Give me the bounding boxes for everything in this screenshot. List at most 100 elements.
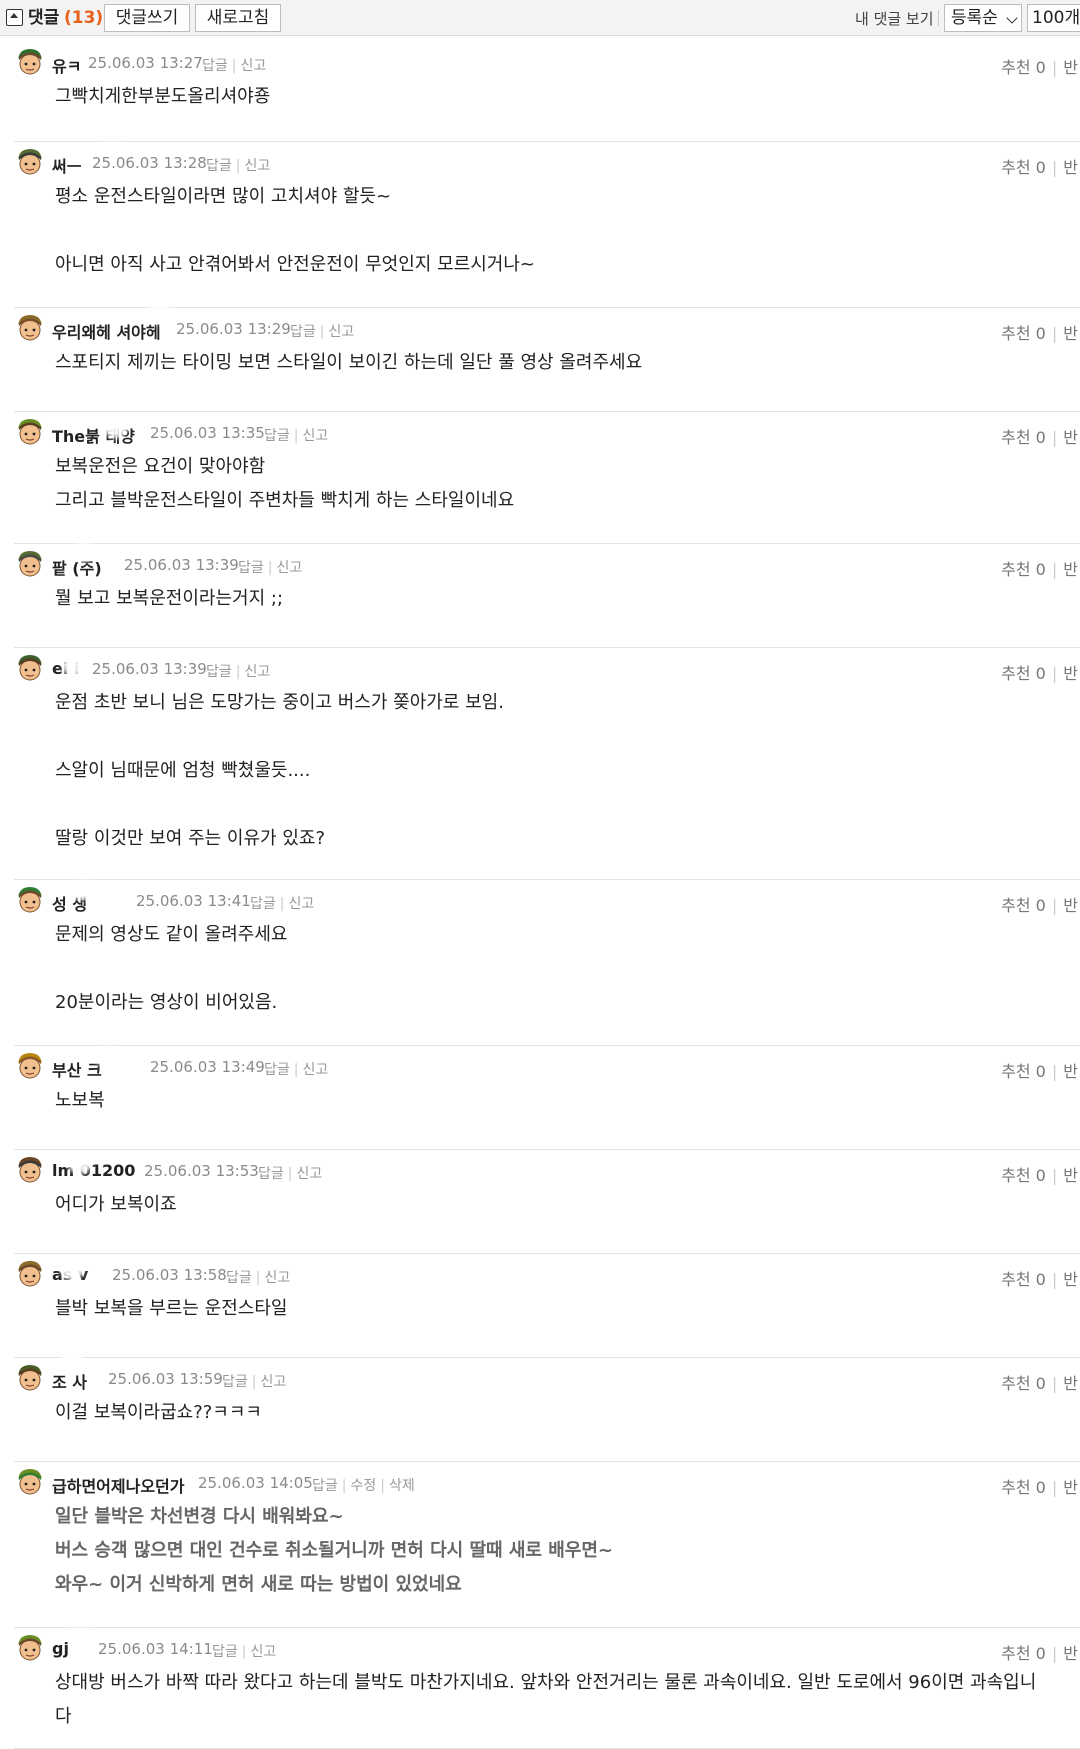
comment-actions: 답글 | 신고 — [206, 661, 270, 681]
oppose-button[interactable]: 반 — [1063, 560, 1078, 579]
reply-link[interactable]: 답글 — [226, 1270, 252, 1286]
recommend-button[interactable]: 추천 0 — [1001, 1644, 1046, 1663]
comment-author[interactable]: lm 01200 — [52, 1161, 135, 1180]
report-link[interactable]: 신고 — [302, 1062, 328, 1078]
avatar[interactable] — [14, 1466, 46, 1498]
vote-area: 추천 0 | 반 — [1001, 892, 1078, 916]
vote-area: 추천 0 | 반 — [1001, 1640, 1078, 1664]
comment-date: 25.06.03 13:35 — [150, 424, 265, 442]
recommend-button[interactable]: 추천 0 — [1001, 560, 1046, 579]
avatar[interactable] — [14, 652, 46, 684]
avatar[interactable] — [14, 1154, 46, 1186]
report-link[interactable]: 신고 — [244, 158, 270, 174]
vote-area: 추천 0 | 반 — [1001, 320, 1078, 344]
avatar[interactable] — [14, 1632, 46, 1664]
reply-link[interactable]: 답글 — [206, 664, 232, 680]
report-link[interactable]: 신고 — [288, 896, 314, 912]
report-link[interactable]: 신고 — [244, 664, 270, 680]
recommend-button[interactable]: 추천 0 — [1001, 1062, 1046, 1081]
reply-link[interactable]: 답글 — [312, 1478, 338, 1494]
recommend-button[interactable]: 추천 0 — [1001, 1374, 1046, 1393]
my-comments-link[interactable]: 내 댓글 보기 — [855, 8, 934, 29]
recommend-button[interactable]: 추천 0 — [1001, 1478, 1046, 1497]
recommend-button[interactable]: 추천 0 — [1001, 664, 1046, 683]
page-size-select[interactable]: 100개 — [1027, 4, 1080, 32]
reply-link[interactable]: 답글 — [264, 428, 290, 444]
comment-actions: 답글 | 신고 — [264, 425, 328, 445]
report-link[interactable]: 신고 — [302, 428, 328, 444]
comment-author[interactable]: 우리왜헤 셔야헤 — [52, 319, 161, 343]
avatar[interactable] — [14, 1258, 46, 1290]
report-link[interactable]: 신고 — [264, 1270, 290, 1286]
comment-text: 일단 블박은 차선변경 다시 배워봐요~ — [55, 1506, 344, 1527]
recommend-button[interactable]: 추천 0 — [1001, 896, 1046, 915]
divider: | — [1051, 896, 1058, 915]
reply-link[interactable]: 답글 — [290, 324, 316, 340]
reply-link[interactable]: 답글 — [264, 1062, 290, 1078]
oppose-button[interactable]: 반 — [1063, 1166, 1078, 1185]
comment-text: 블박 보복을 부르는 운전스타일 — [55, 1298, 288, 1319]
collapse-icon[interactable] — [6, 9, 23, 26]
reply-link[interactable]: 답글 — [222, 1374, 248, 1390]
reply-link[interactable]: 답글 — [206, 158, 232, 174]
oppose-button[interactable]: 반 — [1063, 1062, 1078, 1081]
comment-author[interactable]: 조 사 — [52, 1369, 87, 1393]
oppose-button[interactable]: 반 — [1063, 324, 1078, 343]
report-link[interactable]: 신고 — [276, 560, 302, 576]
avatar[interactable] — [14, 146, 46, 178]
avatar[interactable] — [14, 884, 46, 916]
report-link[interactable]: 신고 — [296, 1166, 322, 1182]
oppose-button[interactable]: 반 — [1063, 58, 1078, 77]
avatar[interactable] — [14, 1050, 46, 1082]
comment-text: 뭘 보고 보복운전이라는거지 ;; — [55, 588, 284, 609]
oppose-button[interactable]: 반 — [1063, 1644, 1078, 1663]
comment-text: 아니면 아직 사고 안겪어봐서 안전운전이 무엇인지 모르시거나~ — [55, 254, 535, 275]
edit-link[interactable]: 수정 — [350, 1478, 376, 1494]
reply-link[interactable]: 답글 — [250, 896, 276, 912]
avatar[interactable] — [14, 548, 46, 580]
oppose-button[interactable]: 반 — [1063, 1270, 1078, 1289]
recommend-button[interactable]: 추천 0 — [1001, 58, 1046, 77]
recommend-button[interactable]: 추천 0 — [1001, 428, 1046, 447]
divider: | — [319, 324, 325, 340]
recommend-button[interactable]: 추천 0 — [1001, 1270, 1046, 1289]
comment-author[interactable]: 유ㅋ — [52, 53, 81, 77]
report-link[interactable]: 신고 — [240, 58, 266, 74]
recommend-button[interactable]: 추천 0 — [1001, 324, 1046, 343]
reply-link[interactable]: 답글 — [238, 560, 264, 576]
comment-text: 스알이 님때문에 엄청 빡쳤울듯.... — [55, 760, 311, 781]
comment-date: 25.06.03 13:41 — [136, 892, 251, 910]
avatar[interactable] — [14, 46, 46, 78]
oppose-button[interactable]: 반 — [1063, 1478, 1078, 1497]
oppose-button[interactable]: 반 — [1063, 664, 1078, 683]
comment-actions: 답글 | 신고 — [206, 155, 270, 175]
comment-text: 20분이라는 영상이 비어있음. — [55, 992, 278, 1013]
oppose-button[interactable]: 반 — [1063, 896, 1078, 915]
comment-author[interactable]: gj — [52, 1639, 69, 1658]
delete-link[interactable]: 삭제 — [389, 1478, 415, 1494]
oppose-button[interactable]: 반 — [1063, 428, 1078, 447]
redaction-blur — [62, 656, 86, 676]
avatar[interactable] — [14, 416, 46, 448]
reply-link[interactable]: 답글 — [212, 1644, 238, 1660]
redaction-blur — [60, 1260, 84, 1280]
recommend-button[interactable]: 추천 0 — [1001, 158, 1046, 177]
avatar[interactable] — [14, 1362, 46, 1394]
report-link[interactable]: 신고 — [328, 324, 354, 340]
avatar[interactable] — [14, 312, 46, 344]
refresh-button[interactable]: 새로고침 — [195, 4, 281, 32]
comment-author[interactable]: 써ㅡ — [52, 153, 81, 177]
oppose-button[interactable]: 반 — [1063, 158, 1078, 177]
reply-link[interactable]: 답글 — [258, 1166, 284, 1182]
comment-author[interactable]: 부산 크 — [52, 1057, 102, 1081]
write-comment-button[interactable]: 댓글쓰기 — [104, 4, 190, 32]
comment-author[interactable]: 급하면어제나오던가 — [52, 1473, 184, 1497]
sort-select[interactable]: 등록순 — [944, 4, 1022, 32]
comment-actions: 답글 | 신고 — [258, 1163, 322, 1183]
comment-text: 노보복 — [55, 1090, 105, 1111]
recommend-button[interactable]: 추천 0 — [1001, 1166, 1046, 1185]
report-link[interactable]: 신고 — [260, 1374, 286, 1390]
oppose-button[interactable]: 반 — [1063, 1374, 1078, 1393]
reply-link[interactable]: 답글 — [202, 58, 228, 74]
report-link[interactable]: 신고 — [250, 1644, 276, 1660]
